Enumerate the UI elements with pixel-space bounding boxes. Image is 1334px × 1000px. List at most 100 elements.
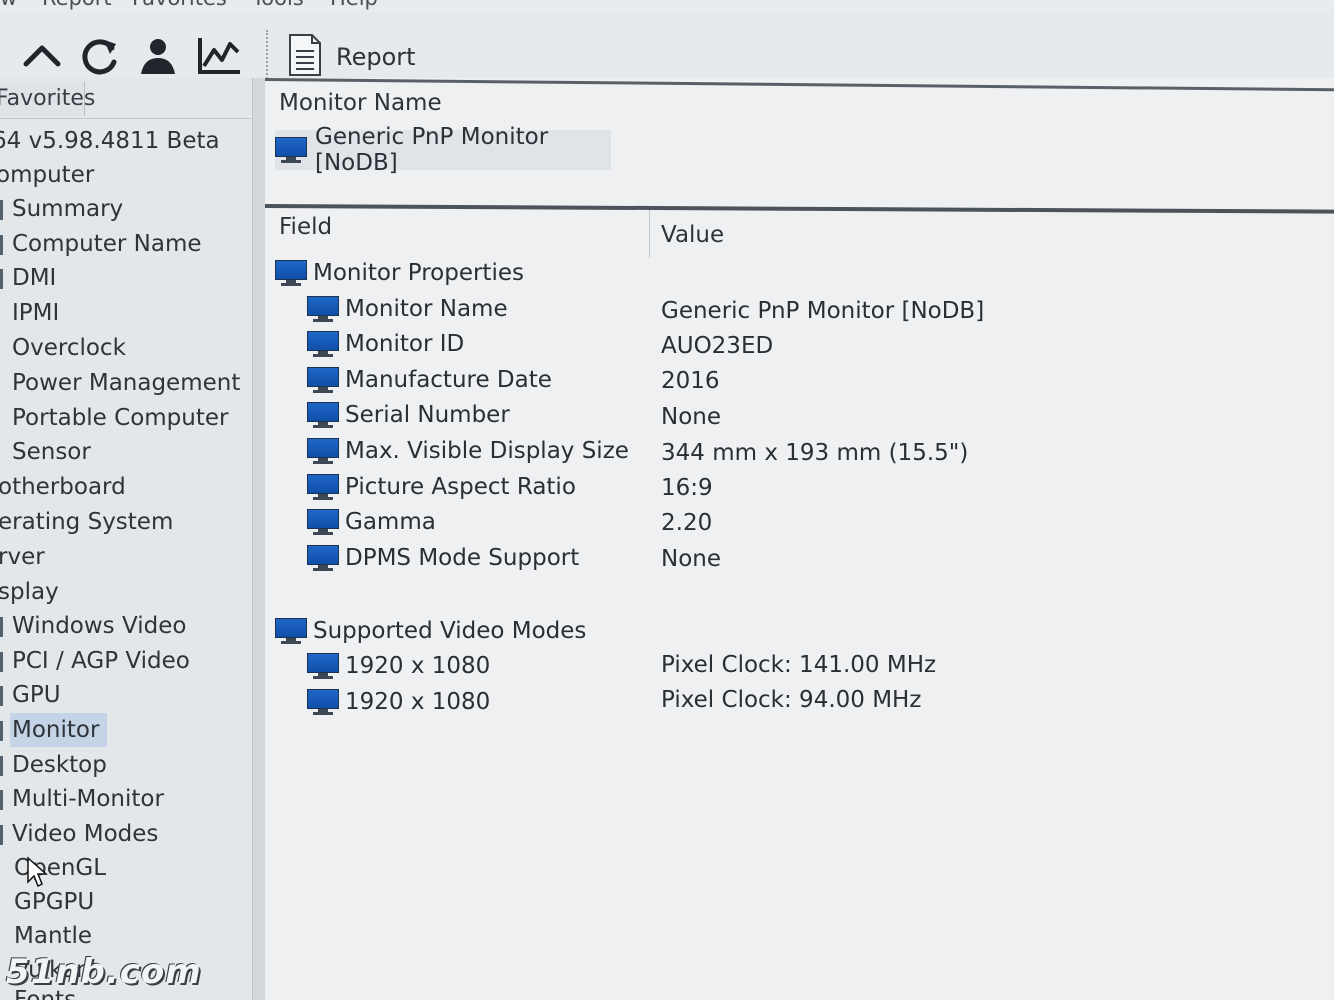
monitor-icon [307,331,339,357]
monitor-icon [307,296,339,322]
property-field: Max. Visible Display Size [345,438,629,464]
toolbar: Report [0,12,1334,82]
mouse-pointer-icon [26,856,48,892]
monitor-icon [307,474,339,500]
menu-item-tools[interactable]: Tools [252,0,304,10]
property-value: 16:9 [661,475,713,501]
monitor-list-item[interactable]: Generic PnP Monitor [NoDB] [275,124,611,176]
video-mode-field: 1920 x 1080 [345,689,491,715]
user-icon[interactable] [136,34,180,78]
property-row[interactable]: Serial Number [307,398,510,432]
monitor-list-header: Monitor Name [279,90,442,116]
watermark: 51nb.com [6,952,202,992]
tree-item-dmi[interactable]: DMI [12,261,56,295]
menu-item-favorites[interactable]: Favorites [132,0,227,10]
menu-bar: w Report Favorites Tools Help [0,0,1334,12]
refresh-icon[interactable] [78,34,122,78]
content-pane: Monitor Name Generic PnP Monitor [NoDB] … [264,78,1334,1000]
report-label: Report [336,43,416,71]
property-row[interactable]: Manufacture Date [307,363,552,397]
tree-item-video-modes[interactable]: Video Modes [12,817,158,851]
favorites-tab[interactable]: Favorites [0,82,95,116]
tree-item-multi-monitor[interactable]: Multi-Monitor [12,782,164,816]
group-row[interactable]: Supported Video Modes [275,614,586,648]
tree-item-version[interactable]: 64 v5.98.4811 Beta [0,124,220,158]
tree-connector [0,617,3,637]
monitor-icon [275,260,307,286]
column-divider[interactable] [649,210,650,258]
tree-item-motherboard[interactable]: otherboard [0,470,126,504]
tree-item-overclock[interactable]: Overclock [12,331,126,365]
monitor-icon [307,689,339,715]
tree-connector [0,825,3,845]
video-mode-value: Pixel Clock: 94.00 MHz [661,687,922,713]
tree-item-display[interactable]: splay [0,575,59,609]
tree-item-sensor[interactable]: Sensor [12,435,91,469]
tree-item-computer[interactable]: omputer [0,158,94,192]
divider [0,118,252,119]
up-arrow-icon[interactable] [20,34,64,78]
monitor-icon [307,367,339,393]
property-row[interactable]: Gamma [307,505,436,539]
video-mode-value: Pixel Clock: 141.00 MHz [661,652,937,678]
property-field: Monitor ID [345,331,465,357]
tree-item-gpu[interactable]: GPU [12,678,61,712]
tree-item-monitor[interactable]: Monitor [10,713,108,747]
property-value: None [661,546,722,572]
tree-item-pci-agp-video[interactable]: PCI / AGP Video [12,644,190,678]
tree-item-portable-computer[interactable]: Portable Computer [12,401,228,435]
monitor-icon [307,545,339,571]
tree-item-ipmi[interactable]: IPMI [12,296,59,330]
tree-item-power-management[interactable]: Power Management [12,366,240,400]
property-value: AUO23ED [661,333,774,359]
sidebar-scrollbar[interactable] [252,78,266,1000]
property-value: 2016 [661,368,720,394]
tree-item-server[interactable]: rver [0,540,45,574]
property-row[interactable]: Monitor Name [307,292,508,326]
property-row[interactable]: Max. Visible Display Size [307,434,629,468]
tree-item-mantle[interactable]: Mantle [14,919,92,953]
tree-connector [0,721,3,741]
menu-item-report[interactable]: Report [42,0,112,10]
monitor-icon [307,509,339,535]
property-field: Monitor Name [345,296,508,322]
group-label: Supported Video Modes [313,618,587,644]
property-field: DPMS Mode Support [345,545,580,571]
tree-item-desktop[interactable]: Desktop [12,748,107,782]
property-row[interactable]: Picture Aspect Ratio [307,470,576,504]
chart-icon[interactable] [196,34,240,78]
column-header-field[interactable]: Field [279,214,332,240]
tree-item-summary[interactable]: Summary [12,192,123,226]
property-value: Generic PnP Monitor [NoDB] [661,298,985,324]
property-row[interactable]: Monitor ID [307,327,464,361]
monitor-list-label: Generic PnP Monitor [NoDB] [315,124,549,176]
property-field: Picture Aspect Ratio [345,474,576,500]
video-mode-row[interactable]: 1920 x 1080 [307,685,490,719]
navigation-tree[interactable]: Favorites 64 v5.98.4811 Beta omputer Sum… [0,78,252,1000]
tree-item-computer-name[interactable]: Computer Name [12,227,202,261]
monitor-icon [307,402,339,428]
monitor-icon [307,653,339,679]
group-label: Monitor Properties [313,260,524,286]
monitor-icon [275,137,307,163]
group-row[interactable]: Monitor Properties [275,256,524,290]
property-row[interactable]: DPMS Mode Support [307,541,579,575]
tree-connector [0,235,3,255]
property-field: Serial Number [345,402,510,428]
tree-connector [0,790,3,810]
pane-splitter[interactable] [264,204,1334,214]
video-mode-row[interactable]: 1920 x 1080 [307,649,490,683]
report-button[interactable]: Report [288,34,416,80]
toolbar-separator [266,30,270,82]
column-header-value[interactable]: Value [661,222,724,248]
menu-item-help[interactable]: Help [330,0,378,10]
property-value: 2.20 [661,510,713,536]
tree-item-operating-system[interactable]: erating System [0,505,173,539]
tree-connector [0,269,3,289]
tree-connector [0,652,3,672]
document-icon [288,33,322,81]
tree-connector [0,686,3,706]
tree-item-windows-video[interactable]: Windows Video [12,609,186,643]
menu-item-view[interactable]: w [0,0,17,10]
video-mode-field: 1920 x 1080 [345,653,491,679]
